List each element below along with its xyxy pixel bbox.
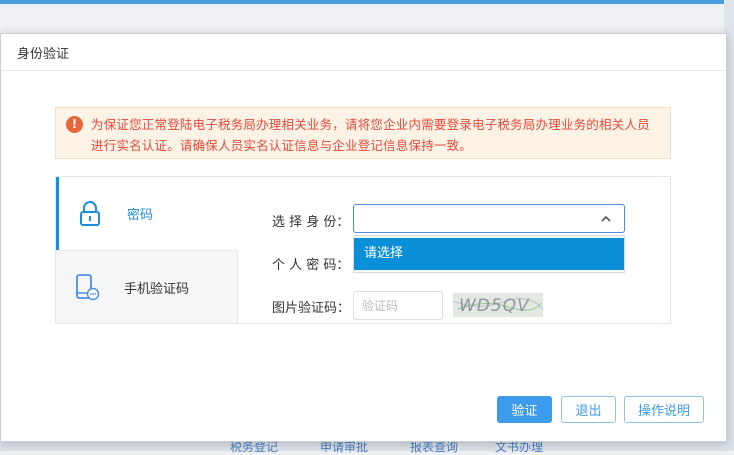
exit-button[interactable]: 退出 xyxy=(561,396,616,423)
captcha-text: WD5QV xyxy=(459,296,530,316)
notice-text: 为保证您正常登陆电子税务局办理相关业务，请将您企业内需要登录电子税务局办理业务的… xyxy=(91,117,650,153)
captcha-label: 图片验证码： xyxy=(272,301,351,316)
verify-button[interactable]: 验证 xyxy=(497,396,552,423)
tab-password-label: 密码 xyxy=(127,208,154,223)
background-header-bar xyxy=(0,0,734,4)
tab-sms-code[interactable]: 手机验证码 xyxy=(56,250,238,323)
tab-password[interactable]: 密码 xyxy=(56,177,238,250)
phone-message-icon xyxy=(72,272,102,302)
dropdown-option[interactable]: 请选择 xyxy=(354,238,624,270)
identity-label: 选 择 身 份： xyxy=(272,215,350,230)
identity-dropdown: 请选择 xyxy=(353,235,625,273)
warning-icon: ! xyxy=(66,116,83,133)
identity-verification-dialog: 身份验证 ! 为保证您正常登陆电子税务局办理相关业务，请将您企业内需要登录电子税… xyxy=(0,33,727,442)
chevron-up-icon xyxy=(600,213,612,225)
verification-method-tabs: 密码 手机验证码 xyxy=(56,177,238,323)
dialog-header: 身份验证 xyxy=(1,34,726,71)
help-button[interactable]: 操作说明 xyxy=(624,396,704,423)
captcha-input[interactable] xyxy=(353,291,443,320)
lock-icon xyxy=(75,199,105,229)
tab-sms-code-label: 手机验证码 xyxy=(124,281,190,297)
dialog-title: 身份验证 xyxy=(17,46,70,62)
verification-panel: 密码 手机验证码 选 择 身 份： 请选择 个 人 密 码： 图片验证码： 验证… xyxy=(55,176,671,324)
notice-banner: ! 为保证您正常登陆电子税务局办理相关业务，请将您企业内需要登录电子税务局办理业… xyxy=(55,107,671,159)
captcha-image[interactable]: WD5QV xyxy=(453,293,543,317)
password-label: 个 人 密 码： xyxy=(272,258,350,273)
identity-select[interactable] xyxy=(353,204,625,233)
